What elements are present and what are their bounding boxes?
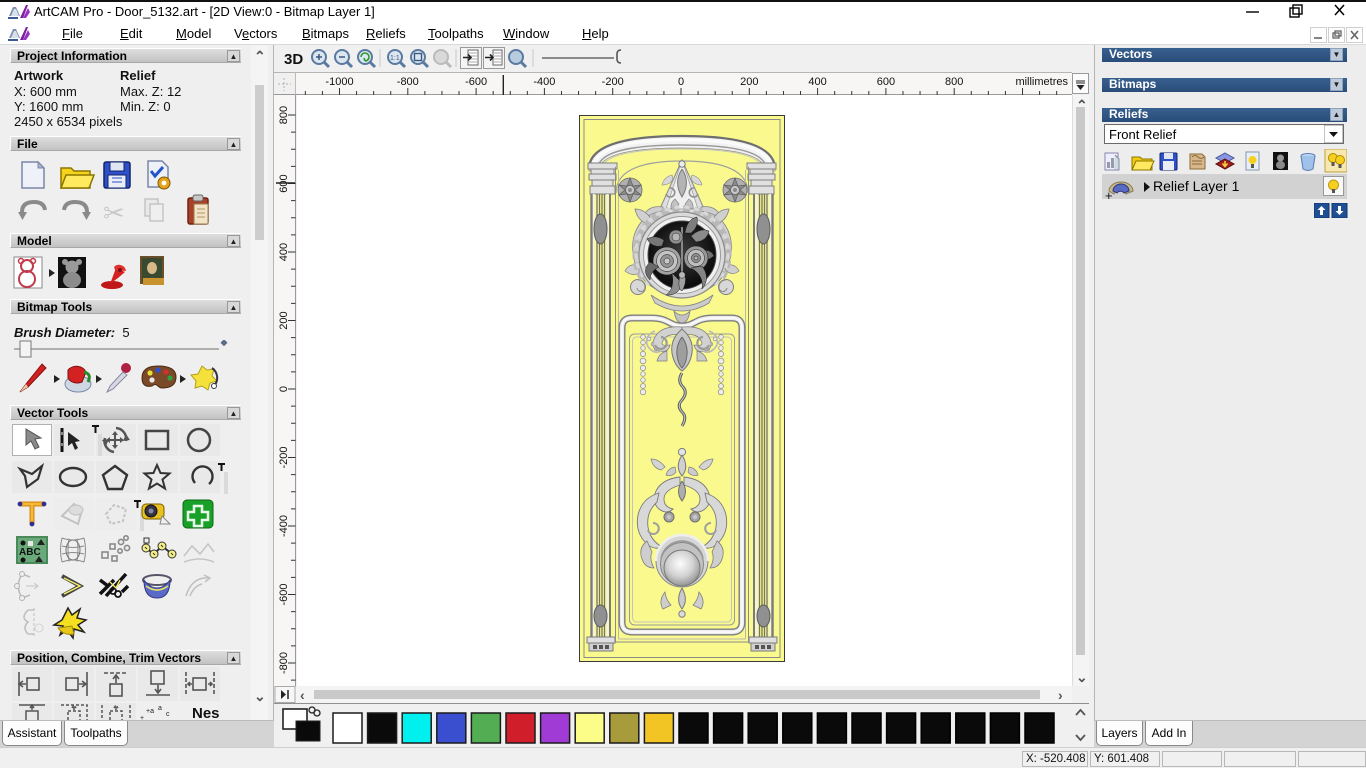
svg-text:a: a bbox=[158, 705, 162, 712]
svg-text:1:1: 1:1 bbox=[390, 55, 400, 62]
svg-text:c: c bbox=[166, 711, 170, 718]
svg-text:-600: -600 bbox=[465, 76, 487, 88]
svg-text:Nes: Nes bbox=[192, 705, 220, 721]
svg-text:+: + bbox=[1105, 188, 1113, 201]
svg-text:400: 400 bbox=[808, 76, 826, 88]
svg-text:800: 800 bbox=[278, 106, 290, 124]
svg-text:400: 400 bbox=[278, 243, 290, 261]
svg-text:800: 800 bbox=[945, 76, 963, 88]
svg-text:0: 0 bbox=[678, 76, 684, 88]
svg-text:-200: -200 bbox=[602, 76, 624, 88]
svg-text:3D: 3D bbox=[284, 51, 303, 68]
svg-text:-400: -400 bbox=[533, 76, 555, 88]
svg-text:200: 200 bbox=[740, 76, 758, 88]
svg-text:-800: -800 bbox=[397, 76, 419, 88]
svg-text:-400: -400 bbox=[278, 515, 290, 537]
svg-text:-200: -200 bbox=[278, 446, 290, 468]
svg-text:ABC: ABC bbox=[19, 547, 41, 558]
svg-text:0: 0 bbox=[278, 386, 290, 392]
svg-text:-800: -800 bbox=[278, 652, 290, 674]
svg-text:+a: +a bbox=[146, 708, 154, 715]
svg-text:-1000: -1000 bbox=[325, 76, 353, 88]
svg-text:millimetres: millimetres bbox=[1015, 76, 1068, 88]
svg-text:-600: -600 bbox=[278, 583, 290, 605]
svg-text:✂: ✂ bbox=[103, 198, 125, 228]
svg-text:200: 200 bbox=[278, 311, 290, 329]
svg-text:600: 600 bbox=[877, 76, 895, 88]
